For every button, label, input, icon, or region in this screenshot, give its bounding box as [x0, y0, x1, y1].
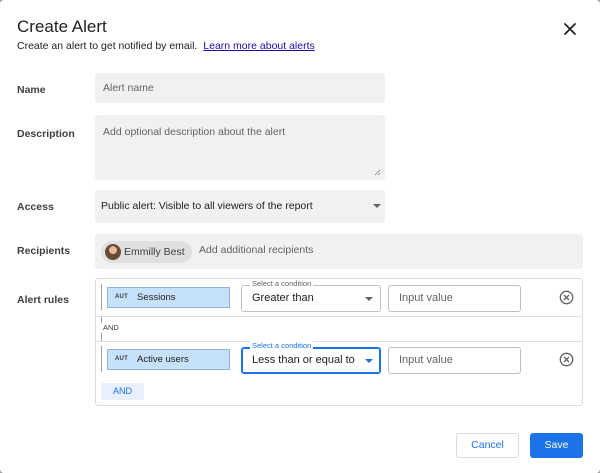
description-textarea[interactable]: Add optional description about the alert	[95, 115, 385, 180]
avatar	[105, 244, 121, 260]
cancel-button[interactable]: Cancel	[456, 433, 519, 458]
description-label: Description	[17, 128, 75, 140]
rule-joiner-label: AND	[103, 323, 119, 332]
access-select[interactable]: Public alert: Visible to all viewers of …	[95, 190, 385, 223]
recipient-name: Emmilly Best	[124, 246, 185, 258]
add-and-rule-button[interactable]: AND	[101, 383, 144, 400]
access-label: Access	[17, 201, 54, 213]
recipients-placeholder: Add additional recipients	[199, 244, 314, 256]
access-value: Public alert: Visible to all viewers of …	[101, 200, 313, 212]
metric-chip-sessions[interactable]: AUT Sessions	[107, 287, 230, 308]
chevron-down-icon	[373, 204, 381, 208]
dialog-subtitle: Create an alert to get notified by email…	[17, 40, 315, 52]
threshold-placeholder: Input value	[399, 354, 453, 366]
recipients-label: Recipients	[17, 245, 71, 257]
remove-circle-icon[interactable]	[559, 290, 574, 305]
joiner-bracket	[101, 333, 106, 341]
metric-type-tag: AUT	[115, 294, 128, 300]
rule-divider	[95, 316, 583, 317]
threshold-placeholder: Input value	[399, 292, 453, 304]
metric-chip-active-users[interactable]: AUT Active users	[107, 349, 230, 370]
description-placeholder: Add optional description about the alert	[103, 126, 286, 138]
condition-select[interactable]: Select a condition Less than or equal to	[241, 341, 381, 374]
condition-value: Greater than	[252, 292, 314, 304]
condition-value: Less than or equal to	[252, 354, 355, 366]
remove-circle-icon[interactable]	[559, 352, 574, 367]
rule-divider	[95, 341, 583, 342]
recipient-chip[interactable]: Emmilly Best	[101, 241, 192, 263]
metric-name: Sessions	[137, 292, 176, 303]
metric-type-tag: AUT	[115, 356, 128, 362]
dialog-title: Create Alert	[17, 17, 107, 36]
create-alert-dialog: Create Alert Create an alert to get noti…	[0, 0, 600, 473]
threshold-input[interactable]: Input value	[388, 347, 521, 374]
chevron-down-icon	[365, 297, 373, 301]
threshold-input[interactable]: Input value	[388, 285, 521, 312]
close-icon[interactable]	[561, 20, 579, 38]
save-button[interactable]: Save	[530, 433, 583, 458]
alert-name-input[interactable]: Alert name	[95, 73, 385, 103]
rule-bracket	[101, 346, 106, 372]
alert-rules-label: Alert rules	[17, 294, 69, 306]
chevron-down-icon	[365, 359, 373, 363]
rule-bracket	[101, 284, 106, 310]
metric-name: Active users	[137, 354, 189, 365]
learn-more-link[interactable]: Learn more about alerts	[203, 40, 314, 52]
resize-handle-icon[interactable]	[374, 169, 381, 176]
alert-name-placeholder: Alert name	[103, 82, 154, 94]
subtitle-text: Create an alert to get notified by email…	[17, 40, 198, 52]
name-label: Name	[17, 84, 46, 96]
condition-select[interactable]: Select a condition Greater than	[241, 279, 381, 312]
